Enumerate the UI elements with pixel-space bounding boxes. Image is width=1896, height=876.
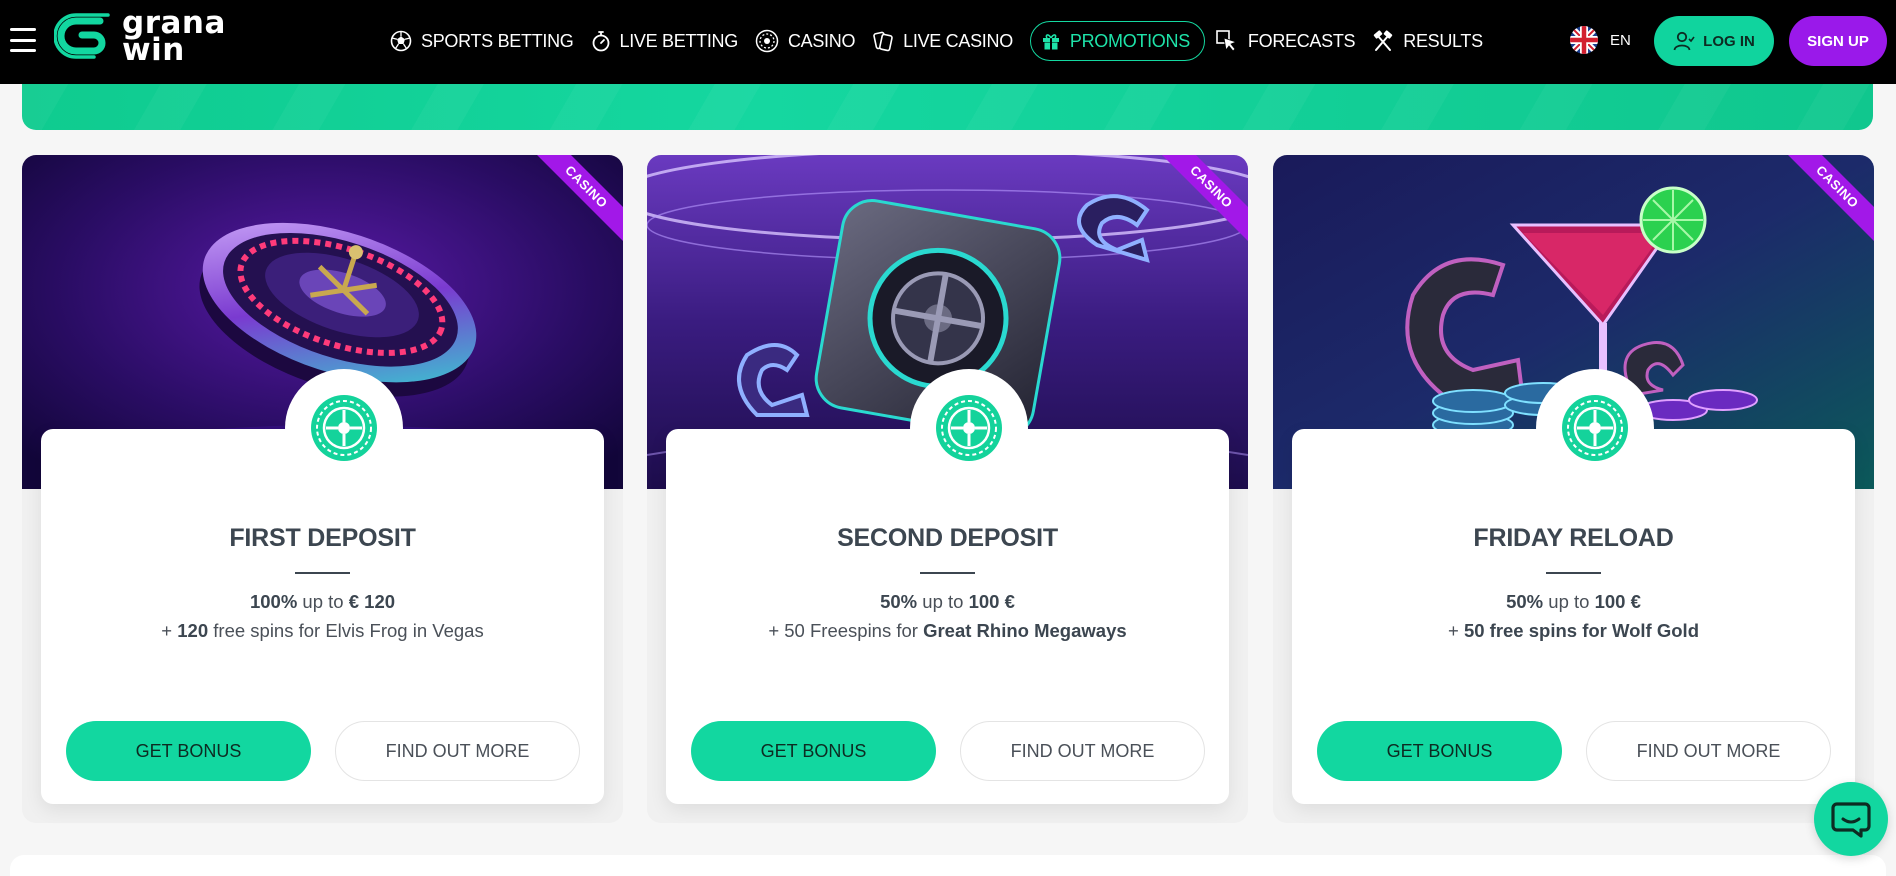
nav-label: LIVE CASINO bbox=[903, 30, 1013, 51]
find-out-more-button[interactable]: FIND OUT MORE bbox=[960, 721, 1205, 781]
promo-card-body: FIRST DEPOSIT 100% up to € 120 + 120 fre… bbox=[41, 369, 604, 804]
chat-bubble-icon bbox=[1831, 802, 1871, 838]
promo-card-body: FRIDAY RELOAD 50% up to 100 € + 50 free … bbox=[1292, 369, 1855, 804]
cards-icon bbox=[873, 31, 893, 52]
next-section-edge bbox=[10, 855, 1886, 876]
find-out-more-label: FIND OUT MORE bbox=[385, 740, 530, 761]
nav-casino[interactable]: CASINO bbox=[755, 21, 855, 61]
roulette-icon bbox=[755, 29, 779, 53]
nav-results[interactable]: RESULTS bbox=[1372, 21, 1483, 61]
stopwatch-icon bbox=[592, 31, 609, 52]
get-bonus-label: GET BONUS bbox=[135, 740, 242, 761]
promo-card-friday-reload: CASINO FRIDAY RELOAD 50% up to 100 € + 5… bbox=[1273, 155, 1874, 825]
crossed-hammers-icon bbox=[1373, 30, 1393, 51]
language-selector[interactable]: EN bbox=[1570, 26, 1631, 54]
menu-icon[interactable] bbox=[10, 28, 36, 52]
user-icon bbox=[1673, 31, 1695, 51]
nav-label: FORECASTS bbox=[1247, 30, 1356, 51]
promo-description: 50% up to 100 € + 50 Freespins for Great… bbox=[768, 591, 1127, 641]
promo-title: FIRST DEPOSIT bbox=[229, 524, 416, 552]
nav-label: CASINO bbox=[787, 30, 856, 51]
promo-card-second-deposit: CASINO SECOND DEPOSIT 50% up to 100 € + … bbox=[647, 155, 1248, 825]
roulette-medal-icon bbox=[285, 369, 403, 487]
promo-title: FRIDAY RELOAD bbox=[1473, 524, 1674, 552]
soccer-ball-icon bbox=[390, 30, 412, 52]
cursor-click-icon bbox=[1216, 30, 1238, 52]
get-bonus-button[interactable]: GET BONUS bbox=[66, 721, 311, 781]
promo-card-first-deposit: CASINO FIRST DEPOSIT 100% up to € 120 + … bbox=[22, 155, 623, 825]
nav-label: SPORTS BETTING bbox=[421, 30, 574, 51]
nav-label: RESULTS bbox=[1403, 30, 1483, 51]
find-out-more-label: FIND OUT MORE bbox=[1010, 740, 1155, 761]
signup-label: SIGN UP bbox=[1807, 32, 1869, 50]
nav-live-betting[interactable]: LIVE BETTING bbox=[591, 21, 738, 61]
top-header: grana win SPORTS BETTING LIVE BETTING CA… bbox=[0, 0, 1896, 84]
nav-live-casino[interactable]: LIVE CASINO bbox=[872, 21, 1013, 61]
get-bonus-button[interactable]: GET BONUS bbox=[691, 721, 936, 781]
find-out-more-button[interactable]: FIND OUT MORE bbox=[335, 721, 580, 781]
get-bonus-label: GET BONUS bbox=[1386, 740, 1493, 761]
title-divider bbox=[295, 572, 350, 574]
logo-wordmark: grana win bbox=[122, 8, 226, 68]
nav-sports-betting[interactable]: SPORTS BETTING bbox=[390, 21, 574, 61]
gift-icon bbox=[1042, 34, 1059, 50]
promo-description: 50% up to 100 € + 50 free spins for Wolf… bbox=[1447, 591, 1699, 641]
title-divider bbox=[1546, 572, 1601, 574]
uk-flag-icon bbox=[1570, 26, 1598, 54]
roulette-medal-icon bbox=[910, 369, 1028, 487]
logo-line-2: win bbox=[122, 32, 185, 68]
nav-promotions[interactable]: PROMOTIONS bbox=[1029, 21, 1205, 61]
promo-title: SECOND DEPOSIT bbox=[837, 524, 1058, 552]
find-out-more-button[interactable]: FIND OUT MORE bbox=[1586, 721, 1831, 781]
promo-card-body: SECOND DEPOSIT 50% up to 100 € + 50 Free… bbox=[666, 369, 1229, 804]
nav-label: LIVE BETTING bbox=[619, 30, 739, 51]
title-divider bbox=[920, 572, 975, 574]
promo-description: 100% up to € 120 + 120 free spins for El… bbox=[161, 591, 484, 641]
main-nav: SPORTS BETTING LIVE BETTING CASINO LIVE … bbox=[390, 20, 1500, 62]
login-button[interactable]: LOG IN bbox=[1654, 16, 1774, 66]
logo-mark-icon bbox=[54, 13, 110, 59]
login-label: LOG IN bbox=[1703, 32, 1755, 50]
signup-button[interactable]: SIGN UP bbox=[1789, 16, 1887, 66]
get-bonus-label: GET BONUS bbox=[760, 740, 867, 761]
live-chat-button[interactable] bbox=[1814, 782, 1888, 856]
nav-forecasts[interactable]: FORECASTS bbox=[1215, 21, 1356, 61]
brand-logo[interactable]: grana win bbox=[54, 8, 226, 68]
nav-label: PROMOTIONS bbox=[1069, 30, 1190, 51]
roulette-medal-icon bbox=[1536, 369, 1654, 487]
language-code: EN bbox=[1610, 31, 1631, 49]
find-out-more-label: FIND OUT MORE bbox=[1636, 740, 1781, 761]
get-bonus-button[interactable]: GET BONUS bbox=[1317, 721, 1562, 781]
hero-banner bbox=[22, 84, 1873, 130]
